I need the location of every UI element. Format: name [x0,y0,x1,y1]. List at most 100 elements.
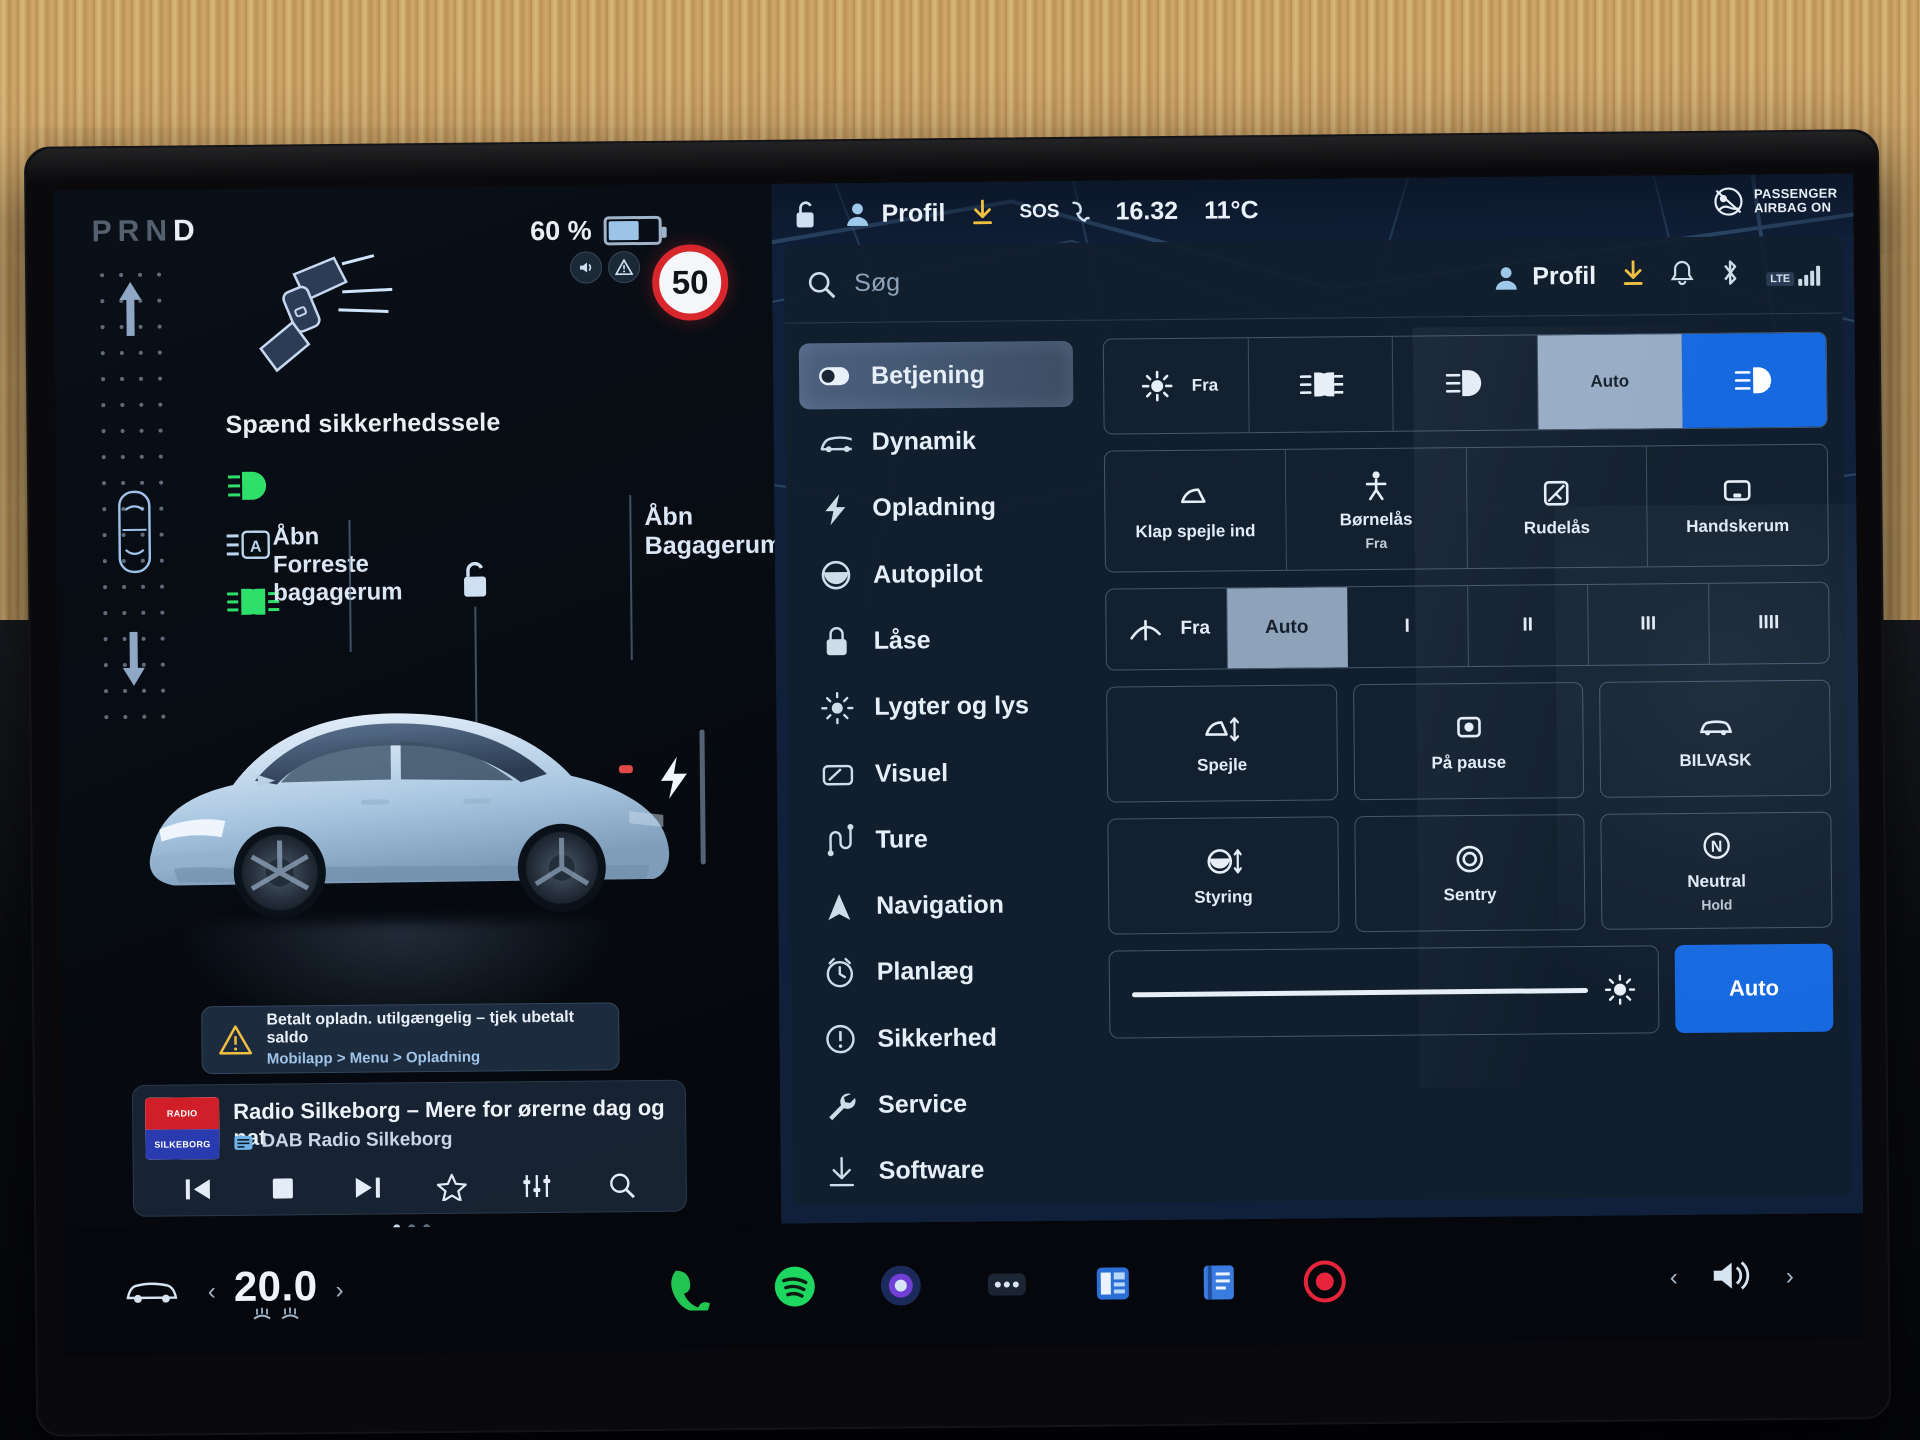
mirror-cell-label: Børnelås [1339,509,1413,529]
tile-sentry[interactable]: Sentry [1353,813,1586,933]
bolt-icon [825,493,846,525]
menu-item-l-se[interactable]: Låse [801,606,1076,675]
search-area[interactable] [806,262,1492,299]
more-apps-button[interactable] [979,1257,1034,1312]
album-art: RADIO SILKEBORG [144,1097,220,1160]
menu-item-sikkerhed[interactable]: Sikkerhed [805,1004,1080,1073]
lane-dot [102,585,107,590]
equalizer-button[interactable] [516,1165,558,1207]
phone-app-button[interactable] [661,1260,716,1315]
temp-increase-button[interactable]: › [335,1277,343,1305]
menu-item-opladning[interactable]: Opladning [800,473,1075,542]
warning-triangle-icon [219,1025,253,1055]
lights-cell-auto-beam-icon[interactable]: A [1682,332,1827,429]
tile-bilvask[interactable]: BILVASK [1599,679,1832,798]
wiper-cell-iii[interactable]: III [1588,583,1710,665]
lane-dot [138,402,143,407]
mirror-cell-klap-spejle-ind[interactable]: Klap spejle ind [1104,449,1287,572]
tile-styring[interactable]: Styring [1107,816,1340,935]
wiper-cell-auto[interactable]: Auto [1226,587,1348,669]
lane-dot [100,325,105,330]
menu-item-betjening[interactable]: Betjening [798,340,1074,410]
menu-item-planl-g[interactable]: Planlæg [805,938,1080,1007]
wiper-cell-label: III [1640,613,1657,635]
menu-item-label: Låse [873,626,931,655]
notifications-button[interactable] [1670,260,1694,291]
favorite-button[interactable] [431,1166,473,1208]
menu-item-label: Autopilot [872,559,983,589]
menu-item-label: Visuel [874,758,949,788]
software-update-status[interactable] [971,199,993,226]
mirror-cell-b-rnel-s[interactable]: Børnelås Fra [1285,448,1468,570]
wiper-cell-fra[interactable]: Fra [1106,588,1228,670]
panel-scroll-indicator[interactable] [699,729,706,865]
brightness-control[interactable] [1108,945,1660,1039]
lock-status[interactable] [791,199,817,229]
search-input[interactable] [854,265,1195,298]
next-track-button[interactable] [346,1166,388,1208]
steering-icon [821,560,851,590]
lane-dot [102,533,107,538]
lights-cell-fra[interactable]: Fra [1103,338,1250,434]
mirror-cell-handskerum[interactable]: Handskerum [1647,445,1828,567]
menu-item-ture[interactable]: Ture [803,805,1078,874]
menu-item-software[interactable]: Software [806,1137,1081,1206]
charging-alert-toast[interactable]: Betalt opladn. utilgængelig – tjek ubeta… [201,1002,620,1075]
brightness-auto-button[interactable]: Auto [1674,943,1834,1034]
volume-button[interactable] [1708,1255,1756,1300]
lane-dot [157,324,162,329]
volume-prev-button[interactable]: ‹ [1670,1264,1678,1292]
temp-decrease-button[interactable]: ‹ [208,1278,216,1306]
lane-dot [101,455,106,460]
tile-label: På pause [1431,752,1507,772]
media-player-card[interactable]: RADIO SILKEBORG Radio Silkeborg – Mere f… [131,1079,688,1217]
lights-cell-low-beam-icon[interactable] [1392,335,1539,431]
lane-dot [159,610,164,615]
wiper-cell-label: Fra [1180,617,1211,639]
menu-item-lygter-og-lys[interactable]: Lygter og lys [802,672,1077,741]
lane-dot [121,584,126,590]
tile-p-pause[interactable]: På pause [1352,681,1585,801]
camera-app-button[interactable] [873,1258,928,1313]
frunk-boot-label: bagagerum [273,578,403,607]
menu-item-autopilot[interactable]: Autopilot [801,540,1076,609]
tile-neutral[interactable]: N Neutral Hold [1600,811,1833,930]
bluetooth-button[interactable] [1720,258,1740,291]
previous-track-button[interactable] [177,1168,219,1210]
mirror-cell-rudel-s[interactable]: Rudelås [1466,446,1649,569]
spotify-app-button[interactable] [767,1259,822,1314]
vehicle-controls-button[interactable] [122,1273,182,1313]
menu-item-label: Planlæg [876,957,975,987]
lights-cell-parking-lights-icon[interactable] [1248,336,1394,433]
manual-app-button[interactable] [1191,1255,1246,1310]
wiper-cell-i[interactable]: I [1347,586,1469,668]
seat-heater-right-icon [281,1307,299,1320]
wiper-cell-iiii[interactable]: IIII [1709,583,1829,664]
menu-item-dynamik[interactable]: Dynamik [799,407,1074,476]
dab-radio-icon [234,1135,253,1150]
low-beam-icon [1445,370,1482,397]
settings-profile-button[interactable]: Profil [1492,262,1596,292]
profile-status[interactable]: Profil [843,199,946,229]
clock: 16.32 [1115,196,1178,226]
settings-download-button[interactable] [1622,260,1644,291]
menu-item-service[interactable]: Service [806,1070,1081,1139]
app-launcher [343,1251,1670,1318]
alert-line2: Mobilapp > Menu > Opladning [266,1048,481,1068]
tile-spejle[interactable]: Spejle [1106,684,1338,803]
calendar-app-button[interactable] [1085,1256,1140,1311]
network-status[interactable]: LTE [1766,263,1821,286]
stop-button[interactable] [262,1167,304,1209]
svg-text:A: A [250,539,262,556]
brightness-slider[interactable] [1132,987,1589,997]
lane-dot [139,480,144,485]
lights-cell-auto[interactable]: Auto [1537,334,1684,430]
record-app-button[interactable] [1297,1254,1352,1309]
menu-item-navigation[interactable]: Navigation [804,871,1079,940]
display-icon [821,757,855,791]
media-search-button[interactable] [600,1164,642,1206]
wiper-cell-ii[interactable]: II [1467,584,1589,667]
volume-next-button[interactable]: › [1786,1263,1794,1291]
sos-button[interactable]: SOS [1019,201,1090,224]
menu-item-visuel[interactable]: Visuel [803,739,1078,808]
